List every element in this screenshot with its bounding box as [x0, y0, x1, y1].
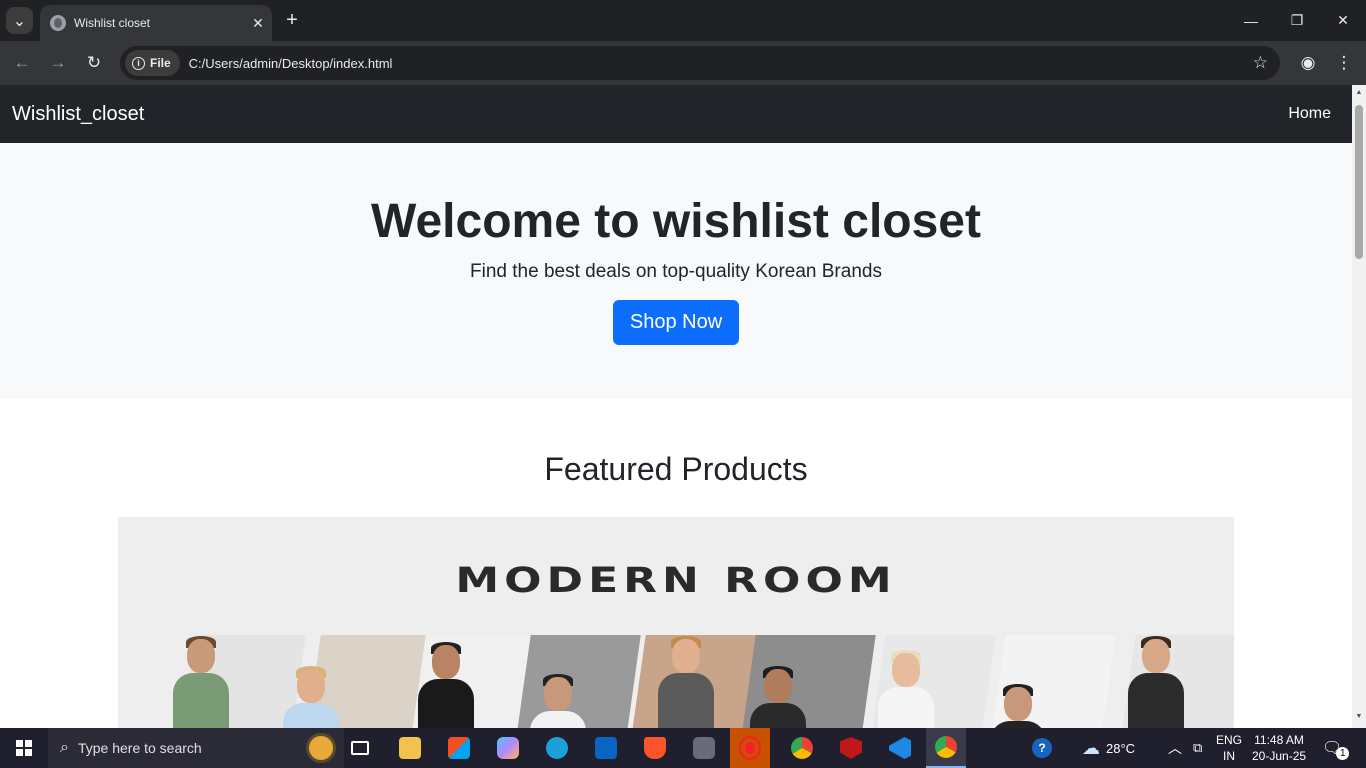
browser-toolbar: ← → ↻ i File C:/Users/admin/Desktop/inde…: [0, 41, 1366, 85]
info-icon: i: [132, 56, 145, 70]
model-photo: [878, 650, 934, 728]
search-highlight-icon[interactable]: [306, 733, 336, 763]
search-icon: ⌕: [60, 739, 69, 756]
start-button[interactable]: [0, 728, 48, 768]
site-info-chip[interactable]: i File: [125, 50, 180, 76]
clock[interactable]: 11:48 AM 20-Jun-25: [1252, 728, 1306, 768]
new-tab-plus-icon[interactable]: +: [280, 8, 304, 32]
opera-icon[interactable]: [730, 728, 770, 768]
windows-taskbar: ⌕ Type here to search: [0, 728, 1366, 768]
back-arrow-icon[interactable]: ←: [8, 49, 36, 77]
weather-widget[interactable]: ☁ 28°C: [1082, 728, 1135, 768]
model-photo: [173, 636, 229, 728]
page-scrollbar[interactable]: ▲ ▼: [1352, 85, 1366, 728]
show-hidden-icons-chevron-icon[interactable]: ︿: [1168, 728, 1182, 768]
model-photo: [530, 674, 586, 728]
restore-icon[interactable]: ❐: [1274, 0, 1320, 41]
chip-label: File: [150, 56, 171, 70]
mcafee-icon[interactable]: [831, 728, 871, 768]
model-photo: [658, 636, 714, 728]
tab-title: Wishlist closet: [74, 16, 151, 30]
hero-subtitle: Find the best deals on top-quality Korea…: [470, 261, 882, 282]
close-window-icon[interactable]: ✕: [1320, 0, 1366, 41]
tab-search-chevron-icon[interactable]: ⌄: [6, 7, 33, 34]
lang-bottom: IN: [1223, 749, 1235, 763]
brave-icon[interactable]: [635, 728, 675, 768]
notification-center-icon[interactable]: 🗨 1: [1322, 728, 1350, 768]
browser-tab[interactable]: Wishlist closet ✕: [40, 5, 272, 41]
network-icon[interactable]: ⧉: [1193, 728, 1202, 768]
model-photo: [750, 666, 806, 728]
edge-icon[interactable]: [537, 728, 577, 768]
temperature: 28°C: [1106, 740, 1136, 756]
shop-now-button[interactable]: Shop Now: [612, 300, 740, 345]
hero-section: Welcome to wishlist closet Find the best…: [0, 143, 1352, 399]
copilot-icon[interactable]: [488, 728, 528, 768]
featured-heading: Featured Products: [544, 451, 808, 487]
reload-icon[interactable]: ↻: [80, 49, 108, 77]
chrome-profile-icon[interactable]: [782, 728, 822, 768]
page-viewport: Wishlist_closet Home Welcome to wishlist…: [0, 85, 1352, 728]
chrome-icon[interactable]: [926, 728, 966, 768]
task-view-icon[interactable]: [340, 728, 380, 768]
windows-logo-icon: [16, 740, 32, 756]
file-explorer-icon[interactable]: [390, 728, 430, 768]
scroll-down-arrow-icon[interactable]: ▼: [1355, 713, 1363, 720]
forward-arrow-icon[interactable]: →: [44, 49, 72, 77]
vscode-icon[interactable]: [880, 728, 920, 768]
profile-icon[interactable]: ◉: [1294, 49, 1322, 77]
bookmark-star-icon[interactable]: ☆: [1253, 53, 1268, 73]
model-photo: [283, 666, 339, 728]
language-indicator[interactable]: ENG IN: [1216, 728, 1242, 768]
site-brand[interactable]: Wishlist_closet: [12, 103, 144, 126]
lang-top: ENG: [1216, 733, 1243, 747]
close-tab-icon[interactable]: ✕: [244, 15, 272, 32]
taskbar-search[interactable]: ⌕ Type here to search: [48, 728, 344, 768]
globe-icon: [50, 15, 66, 31]
outlook-icon[interactable]: [586, 728, 626, 768]
clock-time: 11:48 AM: [1254, 733, 1304, 747]
browser-tabstrip: ⌄ Wishlist closet ✕ + — ❐ ✕: [0, 0, 1366, 41]
hero-title: Welcome to wishlist closet: [371, 195, 981, 248]
minimize-icon[interactable]: —: [1228, 0, 1274, 41]
scroll-thumb[interactable]: [1355, 105, 1363, 259]
cloud-icon: ☁: [1082, 737, 1100, 758]
menu-kebab-icon[interactable]: ⋮: [1330, 49, 1358, 77]
taskbar-search-placeholder: Type here to search: [77, 740, 202, 756]
scroll-up-arrow-icon[interactable]: ▲: [1355, 89, 1363, 96]
model-photo: [418, 642, 474, 728]
site-navbar: Wishlist_closet Home: [0, 85, 1352, 143]
nav-link-home[interactable]: Home: [1288, 105, 1331, 123]
model-photo: [990, 684, 1046, 728]
url-text[interactable]: C:/Users/admin/Desktop/index.html: [189, 56, 1253, 71]
model-photo: [1128, 636, 1184, 728]
microsoft-store-icon[interactable]: [439, 728, 479, 768]
clock-date: 20-Jun-25: [1252, 749, 1307, 763]
help-tray-icon[interactable]: ?: [1032, 728, 1052, 768]
brand-logo: MODERN ROOM: [455, 560, 897, 601]
address-bar[interactable]: i File C:/Users/admin/Desktop/index.html…: [120, 46, 1280, 80]
featured-product-banner[interactable]: MODERN ROOM: [118, 517, 1234, 728]
camera-icon[interactable]: [684, 728, 724, 768]
featured-section: Featured Products: [0, 399, 1352, 488]
notification-count: 1: [1336, 746, 1350, 760]
